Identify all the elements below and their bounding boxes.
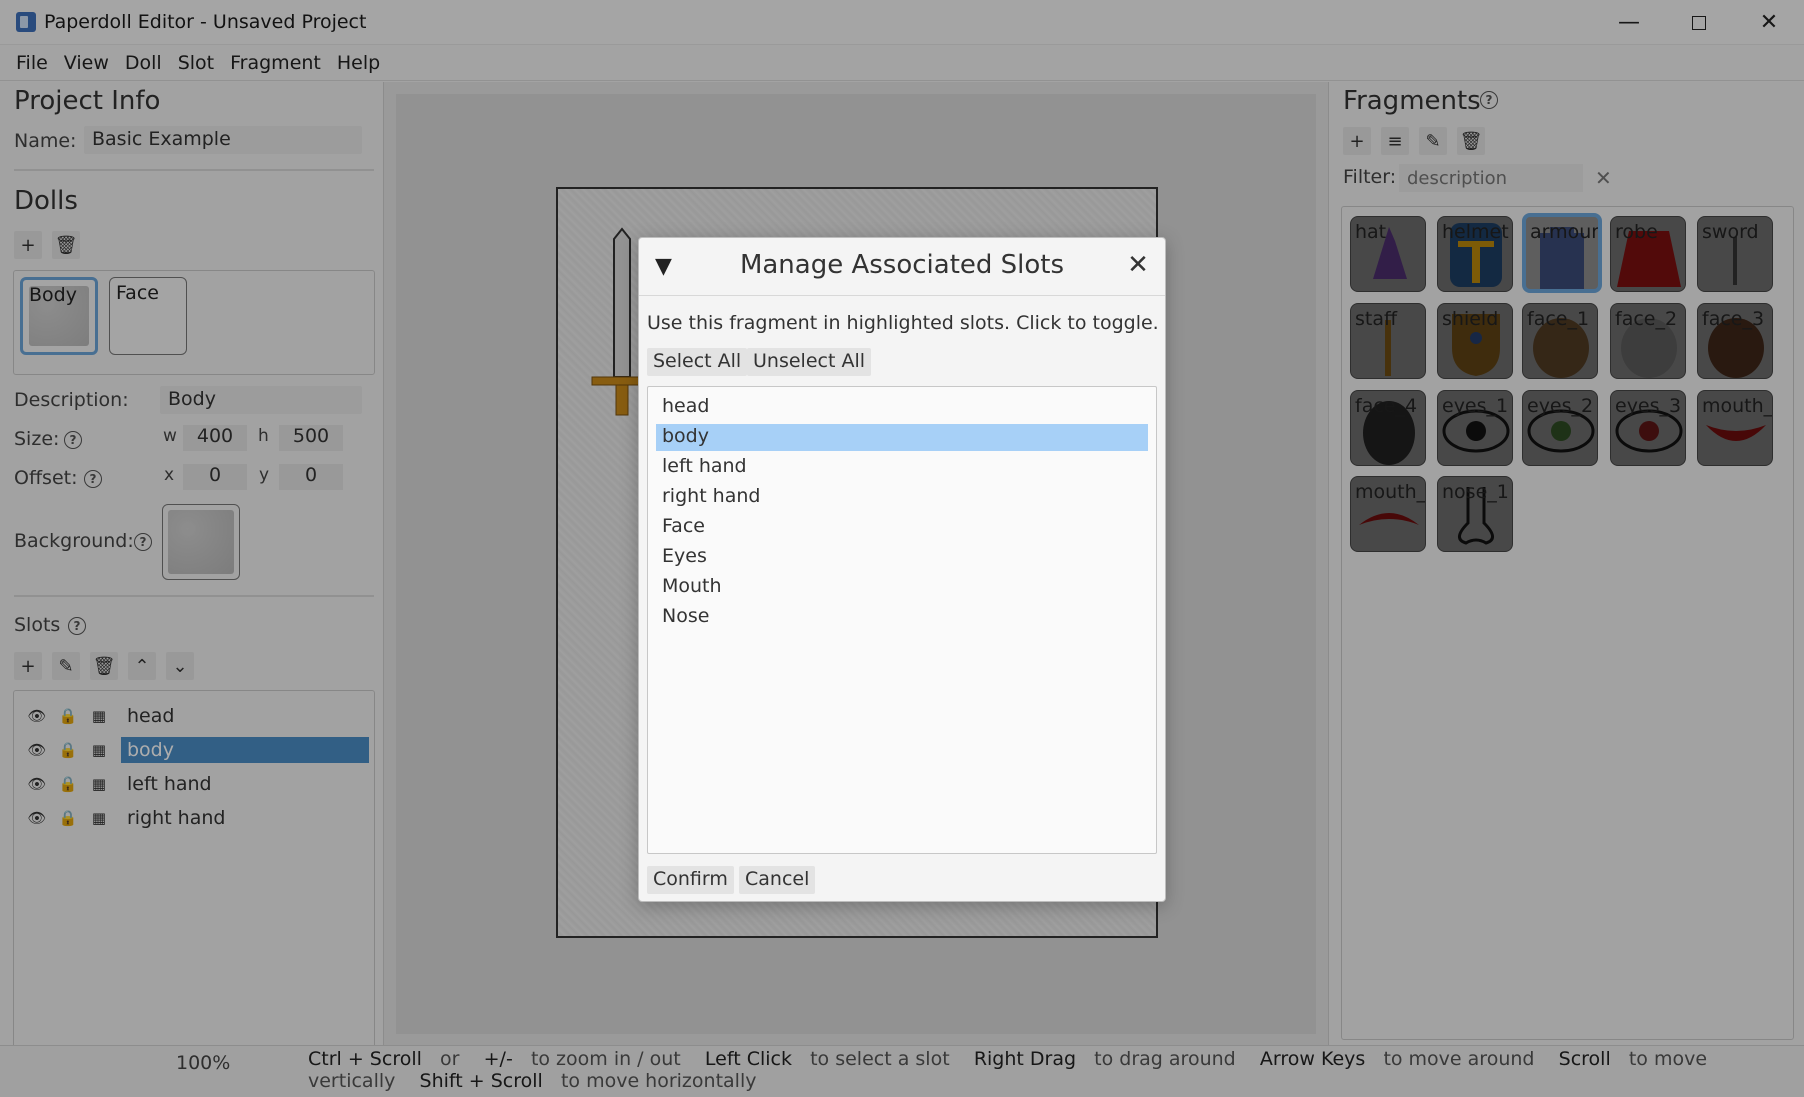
dialog-title: Manage Associated Slots xyxy=(739,250,1065,280)
dialog-slot-item[interactable]: Eyes xyxy=(656,544,1148,571)
dialog-slot-item[interactable]: head xyxy=(656,394,1148,421)
dialog-slot-item[interactable]: Nose xyxy=(656,604,1148,631)
dialog-slot-item[interactable]: Mouth xyxy=(656,574,1148,601)
unselect-all-button[interactable]: Unselect All xyxy=(747,348,871,376)
cancel-button[interactable]: Cancel xyxy=(739,866,816,894)
confirm-button[interactable]: Confirm xyxy=(647,866,734,894)
dialog-slot-list: head body left hand right hand Face Eyes… xyxy=(647,386,1157,854)
select-all-button[interactable]: Select All xyxy=(647,348,748,376)
dialog-description: Use this fragment in highlighted slots. … xyxy=(647,312,1159,334)
dialog-slot-item[interactable]: right hand xyxy=(656,484,1148,511)
dialog-header: ▼ Manage Associated Slots ✕ xyxy=(639,238,1165,296)
dialog-close-button[interactable]: ✕ xyxy=(1121,248,1155,282)
close-icon: ✕ xyxy=(1127,250,1149,280)
dialog-slot-item[interactable]: body xyxy=(656,424,1148,451)
dialog-slot-item[interactable]: left hand xyxy=(656,454,1148,481)
manage-slots-dialog: ▼ Manage Associated Slots ✕ Use this fra… xyxy=(638,237,1166,902)
dialog-slot-item[interactable]: Face xyxy=(656,514,1148,541)
